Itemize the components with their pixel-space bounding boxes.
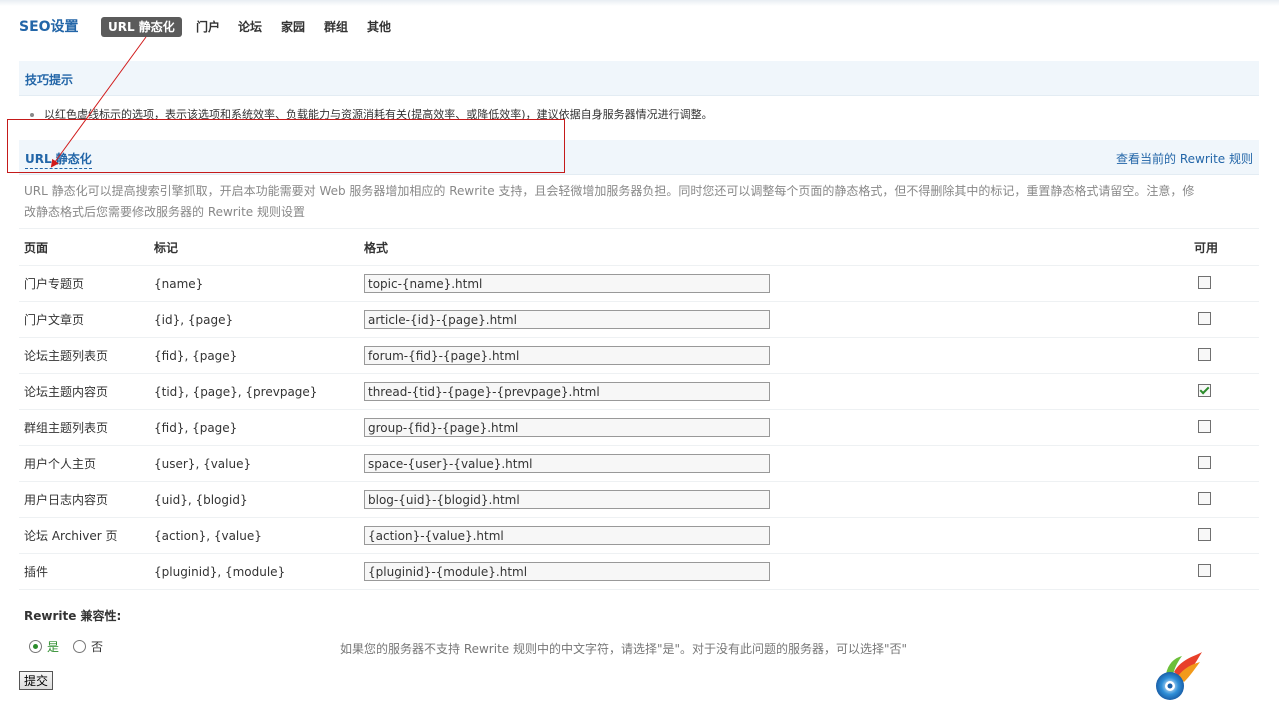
format-input[interactable] — [364, 490, 770, 509]
table-header-row: 页面 标记 格式 可用 — [19, 228, 1259, 266]
row-format-cell — [359, 445, 1189, 482]
row-format-cell — [359, 337, 1189, 374]
tab-home[interactable]: 家园 — [281, 17, 305, 37]
row-page-name: 群组主题列表页 — [19, 409, 149, 446]
row-page-name: 论坛 Archiver 页 — [19, 517, 149, 554]
row-page-name: 门户专题页 — [19, 265, 149, 302]
row-enabled-cell — [1189, 301, 1259, 338]
row-format-cell — [359, 517, 1189, 554]
header-format: 格式 — [359, 228, 1189, 266]
enabled-checkbox[interactable] — [1198, 527, 1211, 541]
tips-header: 技巧提示 — [19, 61, 1259, 96]
enabled-checkbox[interactable] — [1198, 491, 1211, 505]
table-row: 用户日志内容页 {uid}, {blogid} — [19, 481, 1259, 518]
row-format-cell — [359, 553, 1189, 590]
enabled-checkbox[interactable] — [1198, 563, 1211, 577]
row-format-cell — [359, 301, 1189, 338]
format-input[interactable] — [364, 274, 770, 293]
row-mark: {user}, {value} — [149, 445, 359, 482]
table-row: 论坛主题列表页 {fid}, {page} — [19, 337, 1259, 374]
format-input[interactable] — [364, 310, 770, 329]
table-row: 插件 {pluginid}, {module} — [19, 553, 1259, 590]
row-page-name: 论坛主题内容页 — [19, 373, 149, 410]
url-static-header: URL 静态化 查看当前的 Rewrite 规则 — [19, 140, 1259, 175]
tab-portal[interactable]: 门户 — [196, 17, 220, 37]
row-mark: {uid}, {blogid} — [149, 481, 359, 518]
row-page-name: 门户文章页 — [19, 301, 149, 338]
enabled-checkbox[interactable] — [1198, 275, 1211, 289]
submit-button[interactable]: 提交 — [19, 671, 54, 690]
compat-yes-radio[interactable] — [29, 640, 42, 653]
enabled-checkbox[interactable] — [1198, 347, 1211, 361]
row-mark: {name} — [149, 265, 359, 302]
compat-no-label[interactable]: 否 — [91, 640, 103, 654]
format-input[interactable] — [364, 418, 770, 437]
table-row: 群组主题列表页 {fid}, {page} — [19, 409, 1259, 446]
row-format-cell — [359, 265, 1189, 302]
format-input[interactable] — [364, 346, 770, 365]
enabled-checkbox[interactable] — [1198, 455, 1211, 469]
format-input[interactable] — [364, 562, 770, 581]
compat-radio-group: 是否 — [29, 638, 117, 654]
tab-forum[interactable]: 论坛 — [238, 17, 262, 37]
tips-title: 技巧提示 — [25, 73, 74, 87]
compat-note: 如果您的服务器不支持 Rewrite 规则中的中文字符，请选择"是"。对于没有此… — [340, 642, 908, 656]
view-rewrite-rules-link[interactable]: 查看当前的 Rewrite 规则 — [1116, 150, 1253, 167]
header-page: 页面 — [19, 228, 149, 266]
compat-yes-label[interactable]: 是 — [47, 640, 59, 654]
tip-item: 以红色虚线标示的选项，表示该选项和系统效率、负载能力与资源消耗有关(提高效率、或… — [30, 106, 713, 122]
row-page-name: 用户日志内容页 — [19, 481, 149, 518]
rewrite-table: 页面 标记 格式 可用 门户专题页{name}门户文章页{id}, {page}… — [19, 228, 1259, 590]
row-mark: {tid}, {page}, {prevpage} — [149, 373, 359, 410]
row-enabled-cell — [1189, 553, 1259, 590]
compat-no-radio[interactable] — [73, 640, 87, 653]
row-mark: {fid}, {page} — [149, 409, 359, 446]
row-mark: {pluginid}, {module} — [149, 553, 359, 590]
row-mark: {fid}, {page} — [149, 337, 359, 374]
tab-url-static[interactable]: URL 静态化 — [101, 17, 182, 37]
row-mark: {id}, {page} — [149, 301, 359, 338]
section-description: URL 静态化可以提高搜索引擎抓取，开启本功能需要对 Web 服务器增加相应的 … — [24, 184, 1195, 219]
discuz-logo-icon — [1156, 652, 1202, 700]
row-mark: {action}, {value} — [149, 517, 359, 554]
enabled-checkbox[interactable] — [1198, 419, 1211, 433]
row-page-name: 用户个人主页 — [19, 445, 149, 482]
row-enabled-cell — [1189, 481, 1259, 518]
row-format-cell — [359, 409, 1189, 446]
enabled-checkbox[interactable] — [1198, 311, 1211, 325]
table-row: 用户个人主页 {user}, {value} — [19, 445, 1259, 482]
table-row: 门户专题页 {name} — [19, 265, 1259, 302]
table-row: 论坛 Archiver 页 {action}, {value} — [19, 517, 1259, 554]
header-mark: 标记 — [149, 228, 359, 266]
format-input[interactable] — [364, 454, 770, 473]
format-input[interactable] — [364, 382, 770, 401]
row-page-name: 论坛主题列表页 — [19, 337, 149, 374]
page-title: SEO设置 — [19, 19, 79, 35]
table-row: 门户文章页 {id}, {page} — [19, 301, 1259, 338]
tab-other[interactable]: 其他 — [367, 17, 391, 37]
section-title: URL 静态化 — [25, 150, 92, 169]
row-page-name: 插件 — [19, 553, 149, 590]
tab-group[interactable]: 群组 — [324, 17, 348, 37]
row-enabled-cell — [1189, 373, 1259, 410]
row-enabled-cell — [1189, 409, 1259, 446]
row-format-cell — [359, 373, 1189, 410]
row-enabled-cell — [1189, 337, 1259, 374]
top-shade — [0, 0, 1279, 6]
enabled-checkbox[interactable] — [1198, 383, 1211, 397]
row-enabled-cell — [1189, 517, 1259, 554]
format-input[interactable] — [364, 526, 770, 545]
row-enabled-cell — [1189, 265, 1259, 302]
row-format-cell — [359, 481, 1189, 518]
row-enabled-cell — [1189, 445, 1259, 482]
compat-label: Rewrite 兼容性: — [24, 609, 122, 623]
header-enabled: 可用 — [1189, 228, 1259, 266]
table-row: 论坛主题内容页 {tid}, {page}, {prevpage} — [19, 373, 1259, 410]
tip-text: 以红色虚线标示的选项，表示该选项和系统效率、负载能力与资源消耗有关(提高效率、或… — [44, 108, 713, 121]
bullet-icon — [30, 113, 34, 117]
